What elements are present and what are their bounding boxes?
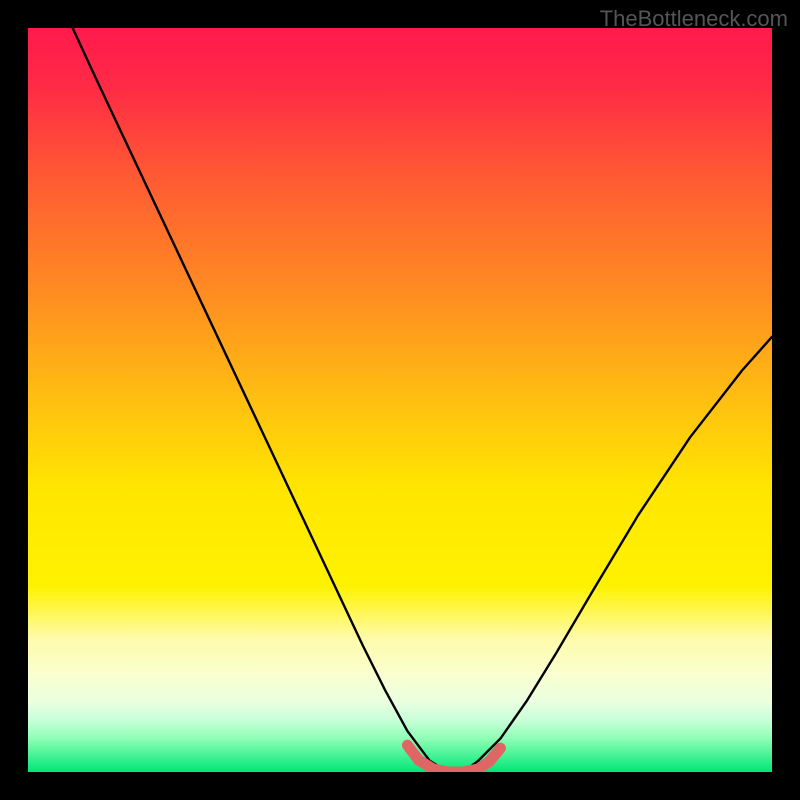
- plot-area: [28, 28, 772, 772]
- chart-frame: TheBottleneck.com: [0, 0, 800, 800]
- gradient-background: [28, 28, 772, 772]
- plot-svg: [28, 28, 772, 772]
